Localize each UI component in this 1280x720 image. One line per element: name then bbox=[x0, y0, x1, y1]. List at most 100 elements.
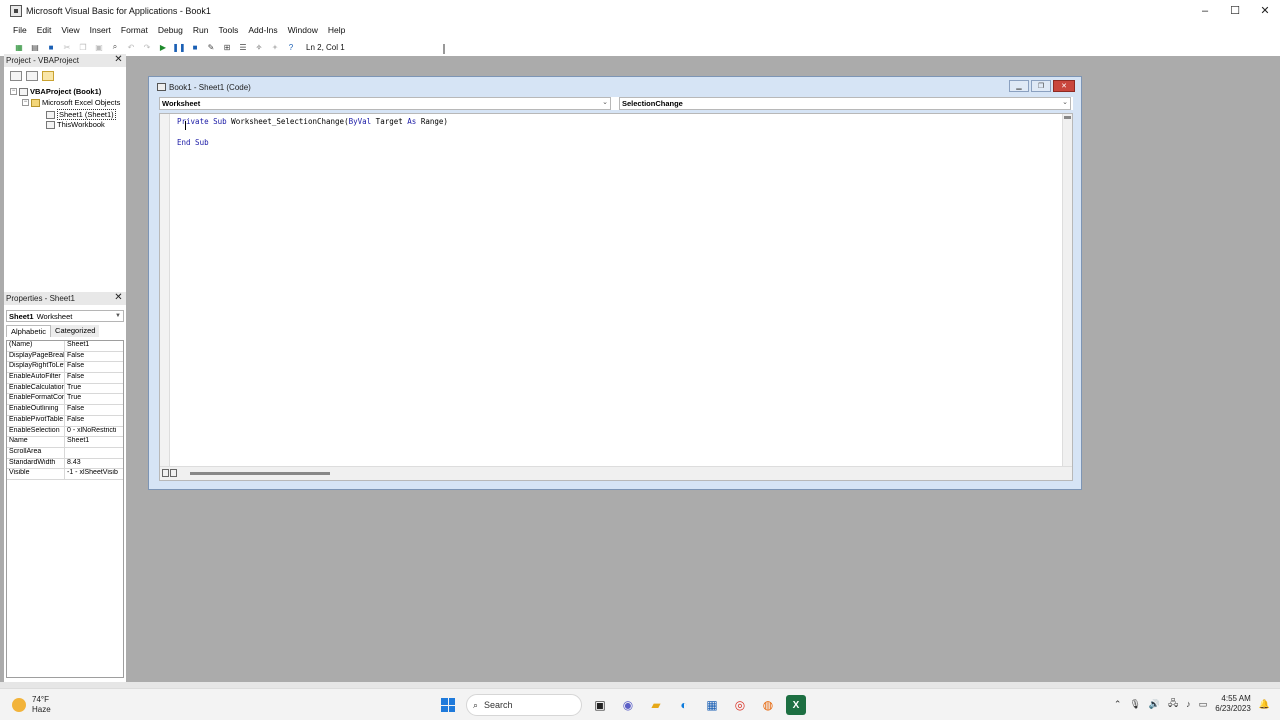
reset-icon[interactable]: ■ bbox=[188, 40, 202, 54]
property-value[interactable]: Sheet1 bbox=[65, 341, 123, 351]
task-view-icon[interactable]: ▣ bbox=[590, 695, 610, 715]
property-row[interactable]: EnablePivotTable False bbox=[7, 415, 123, 427]
maximize-button[interactable]: ☐ bbox=[1220, 0, 1250, 21]
menu-run[interactable]: Run bbox=[193, 25, 209, 35]
find-icon[interactable]: ⌕ bbox=[108, 40, 122, 54]
microphone-icon[interactable]: 🎙 bbox=[1129, 699, 1140, 710]
insert-module-icon[interactable]: ▤ bbox=[28, 40, 42, 54]
menu-tools[interactable]: Tools bbox=[218, 25, 238, 35]
code-text[interactable]: Private Sub Worksheet_SelectionChange(By… bbox=[177, 117, 448, 149]
full-module-view-icon[interactable] bbox=[170, 469, 177, 477]
property-value[interactable]: False bbox=[65, 405, 123, 415]
menu-insert[interactable]: Insert bbox=[90, 25, 111, 35]
start-button[interactable] bbox=[438, 695, 458, 715]
collapse-icon[interactable]: − bbox=[10, 88, 17, 95]
weather-widget[interactable]: 74°F Haze bbox=[12, 695, 51, 715]
tree-node-sheet1[interactable]: Sheet1 (Sheet1) bbox=[46, 109, 116, 120]
view-object-icon[interactable] bbox=[26, 71, 38, 81]
view-excel-icon[interactable]: ▦ bbox=[12, 40, 26, 54]
code-restore-button[interactable]: ❐ bbox=[1031, 80, 1051, 92]
edge-icon[interactable]: ◐ bbox=[674, 695, 694, 715]
menu-debug[interactable]: Debug bbox=[158, 25, 183, 35]
toolbar-grip[interactable] bbox=[443, 44, 447, 54]
minimize-button[interactable]: – bbox=[1190, 0, 1220, 21]
property-row[interactable]: EnableCalculation True bbox=[7, 383, 123, 395]
chevron-down-icon[interactable]: ▼ bbox=[115, 313, 121, 319]
property-row[interactable]: EnableOutlining False bbox=[7, 405, 123, 416]
property-value[interactable] bbox=[65, 448, 123, 458]
design-mode-icon[interactable]: ✎ bbox=[204, 40, 218, 54]
file-explorer-icon[interactable]: ▰ bbox=[646, 695, 666, 715]
chevron-down-icon[interactable]: ⌄ bbox=[1062, 98, 1068, 106]
code-minimize-button[interactable]: ▁ bbox=[1009, 80, 1029, 92]
property-value[interactable]: False bbox=[65, 352, 123, 362]
taskbar-search[interactable]: ⌕ Search bbox=[466, 694, 582, 716]
breakpoint-margin[interactable] bbox=[160, 114, 170, 466]
property-value[interactable]: Sheet1 bbox=[65, 437, 123, 447]
menu-window[interactable]: Window bbox=[288, 25, 318, 35]
properties-close-icon[interactable]: ✕ bbox=[113, 293, 124, 304]
object-browser-icon[interactable]: ✧ bbox=[252, 40, 266, 54]
redo-icon[interactable]: ↷ bbox=[140, 40, 154, 54]
battery-icon[interactable]: ▭ bbox=[1199, 699, 1208, 710]
property-row[interactable]: EnableAutoFilter False bbox=[7, 373, 123, 384]
property-value[interactable]: False bbox=[65, 373, 123, 383]
procedure-combo[interactable]: SelectionChange ⌄ bbox=[619, 97, 1071, 110]
property-value[interactable]: True bbox=[65, 384, 123, 394]
run-icon[interactable]: ▶ bbox=[156, 40, 170, 54]
object-selector[interactable]: Sheet1 Worksheet ▼ bbox=[6, 310, 124, 322]
horizontal-scrollbar[interactable] bbox=[160, 466, 1072, 480]
chrome-icon[interactable]: ◎ bbox=[730, 695, 750, 715]
property-value[interactable]: False bbox=[65, 416, 123, 426]
clock[interactable]: 4:55 AM 6/23/2023 bbox=[1215, 694, 1251, 714]
close-button[interactable]: ✕ bbox=[1250, 0, 1280, 21]
property-row[interactable]: Visible -1 - xlSheetVisib bbox=[7, 469, 123, 480]
tree-node-vbaproject[interactable]: − VBAProject (Book1) bbox=[10, 87, 101, 96]
project-explorer-close-icon[interactable]: ✕ bbox=[113, 55, 124, 66]
tab-alphabetic[interactable]: Alphabetic bbox=[6, 325, 52, 337]
property-row[interactable]: EnableSelection 0 - xlNoRestricti bbox=[7, 426, 123, 438]
help-icon[interactable]: ? bbox=[284, 40, 298, 54]
notification-bell-icon[interactable]: 🔔 bbox=[1259, 699, 1270, 710]
menu-edit[interactable]: Edit bbox=[37, 25, 52, 35]
property-value[interactable]: True bbox=[65, 394, 123, 404]
code-editor[interactable]: Private Sub Worksheet_SelectionChange(By… bbox=[159, 113, 1073, 481]
save-icon[interactable]: ■ bbox=[44, 40, 58, 54]
code-window-titlebar[interactable]: Book1 - Sheet1 (Code) bbox=[149, 77, 1081, 97]
property-row[interactable]: EnableFormatCon True bbox=[7, 394, 123, 406]
menu-add-ins[interactable]: Add-Ins bbox=[248, 25, 277, 35]
property-value[interactable]: False bbox=[65, 362, 123, 372]
property-row[interactable]: DisplayPageBreak False bbox=[7, 351, 123, 363]
store-icon[interactable]: ▦ bbox=[702, 695, 722, 715]
paste-icon[interactable]: ▣ bbox=[92, 40, 106, 54]
property-row[interactable]: ScrollArea bbox=[7, 447, 123, 459]
project-explorer-icon[interactable]: ⊞ bbox=[220, 40, 234, 54]
property-value[interactable]: 0 - xlNoRestricti bbox=[65, 427, 123, 437]
cut-icon[interactable]: ✂ bbox=[60, 40, 74, 54]
object-combo[interactable]: Worksheet ⌄ bbox=[159, 97, 611, 110]
property-value[interactable]: -1 - xlSheetVisib bbox=[65, 469, 123, 479]
property-row[interactable]: (Name) Sheet1 bbox=[7, 341, 123, 352]
view-code-icon[interactable] bbox=[10, 71, 22, 81]
toolbox-icon[interactable]: ✦ bbox=[268, 40, 282, 54]
procedure-view-icon[interactable] bbox=[162, 469, 169, 477]
menu-format[interactable]: Format bbox=[121, 25, 148, 35]
vertical-scrollbar[interactable] bbox=[1062, 114, 1072, 466]
undo-icon[interactable]: ↶ bbox=[124, 40, 138, 54]
horizontal-scroll-thumb[interactable] bbox=[190, 472, 330, 475]
firefox-icon[interactable]: ◍ bbox=[758, 695, 778, 715]
property-row[interactable]: DisplayRightToLef False bbox=[7, 362, 123, 374]
property-row[interactable]: Name Sheet1 bbox=[7, 437, 123, 448]
tab-categorized[interactable]: Categorized bbox=[51, 325, 100, 337]
menu-help[interactable]: Help bbox=[328, 25, 345, 35]
menu-view[interactable]: View bbox=[61, 25, 79, 35]
chevron-down-icon[interactable]: ⌄ bbox=[602, 98, 608, 106]
menu-file[interactable]: File bbox=[13, 25, 27, 35]
teams-chat-icon[interactable]: ◉ bbox=[618, 695, 638, 715]
chevron-up-icon[interactable]: ⌃ bbox=[1114, 699, 1122, 710]
code-close-button[interactable]: ✕ bbox=[1053, 80, 1075, 92]
network-icon[interactable]: 🖧 bbox=[1168, 696, 1178, 712]
volume-icon[interactable]: ♪ bbox=[1186, 699, 1191, 709]
break-icon[interactable]: ❚❚ bbox=[172, 40, 186, 54]
tree-node-thisworkbook[interactable]: ThisWorkbook bbox=[46, 120, 105, 129]
